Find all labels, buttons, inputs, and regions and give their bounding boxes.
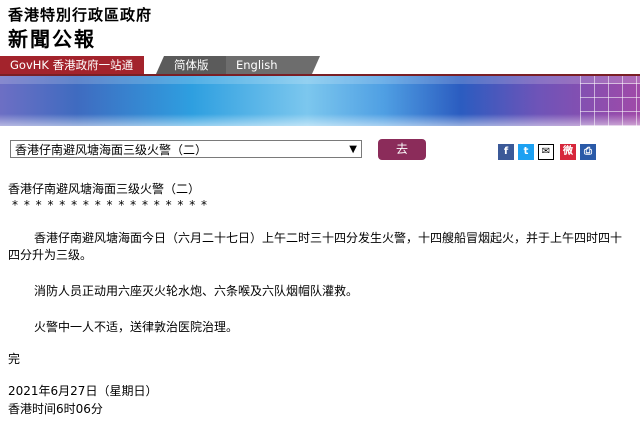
article-end: 完: [8, 352, 21, 366]
article-paragraph-2: 消防人员正动用六座灭火轮水炮、六条喉及六队烟帽队灌救。: [34, 284, 359, 298]
article-title: 香港仔南避风塘海面三级火警（二）: [8, 182, 201, 196]
gov-name: 香港特別行政區政府: [8, 6, 153, 24]
govhk-link[interactable]: GovHK 香港政府一站通: [0, 56, 144, 74]
weibo-icon[interactable]: 微: [560, 144, 576, 160]
article-paragraph-1: 香港仔南避风塘海面今日（六月二十七日）上午二时三十四分发生火警，十四艘船冒烟起火…: [8, 231, 623, 262]
press-release-title: 新聞公報: [8, 27, 96, 51]
article-select-value: 香港仔南避风塘海面三级火警（二）: [15, 143, 208, 157]
print-icon[interactable]: ⎙: [580, 144, 596, 160]
banner-image: [0, 76, 640, 126]
article-paragraph-3: 火警中一人不适，送律敦治医院治理。: [34, 320, 239, 334]
article-select[interactable]: 香港仔南避风塘海面三级火警（二） ▼: [10, 140, 362, 158]
email-icon[interactable]: ✉: [538, 144, 554, 160]
chevron-down-icon: ▼: [349, 144, 357, 155]
twitter-icon[interactable]: t: [518, 144, 534, 160]
facebook-icon[interactable]: f: [498, 144, 514, 160]
release-time: 香港时间6时06分: [8, 402, 103, 416]
site-header: 香港特別行政區政府 新聞公報: [0, 0, 640, 56]
go-button[interactable]: 去: [378, 139, 426, 160]
release-date: 2021年6月27日（星期日）: [8, 384, 158, 398]
english-link[interactable]: English: [226, 56, 320, 74]
title-separator: * * * * * * * * * * * * * * * * *: [12, 198, 209, 212]
nav-bar: GovHK 香港政府一站通 简体版 English: [0, 56, 640, 76]
